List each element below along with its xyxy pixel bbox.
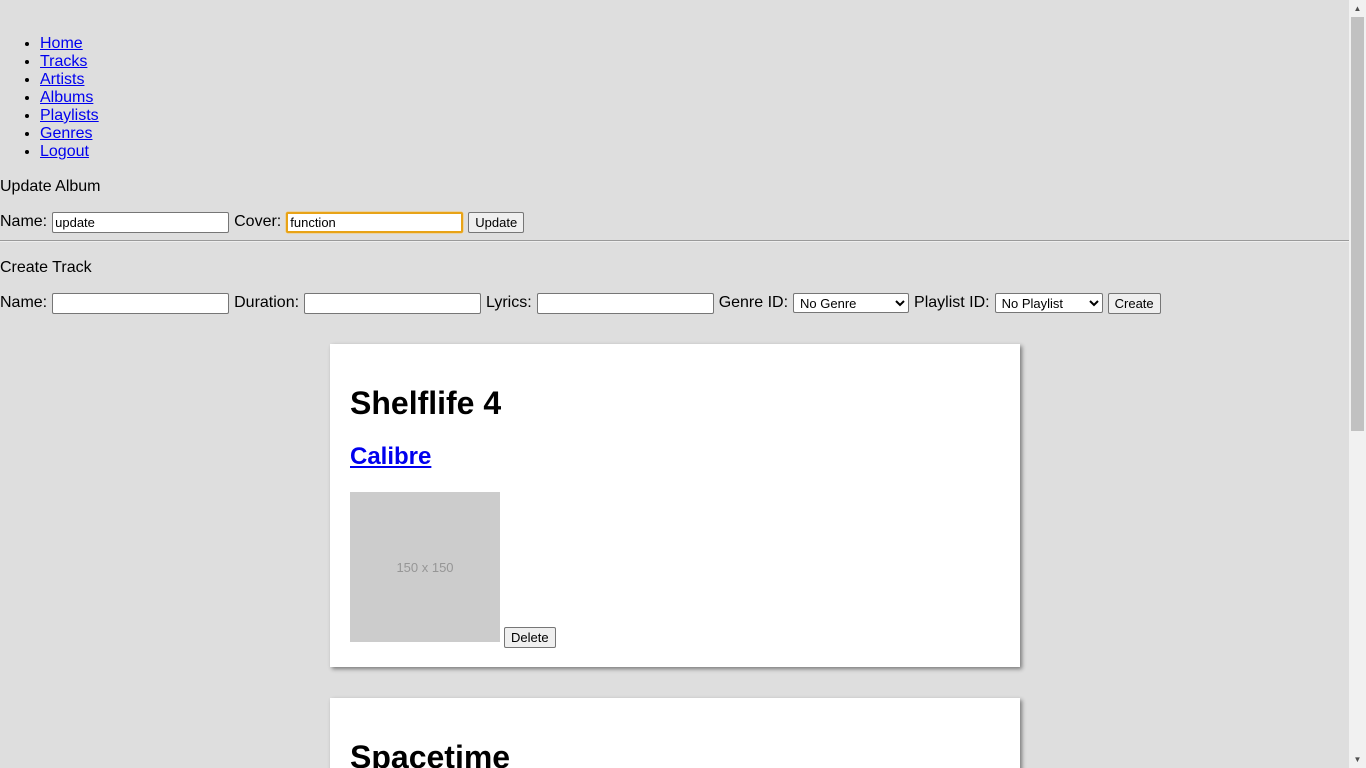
vertical-scrollbar[interactable]: ▲ ▼ — [1349, 0, 1366, 768]
delete-album-button[interactable]: Delete — [504, 627, 556, 648]
nav-link-albums[interactable]: Albums — [40, 89, 93, 106]
track-duration-input[interactable] — [304, 292, 482, 314]
nav-item-albums: Albums — [40, 89, 99, 107]
album-title: Shelflife 4 — [350, 385, 502, 421]
album-cover-image: 150 x 150 — [350, 492, 500, 642]
album-title: Spacetime — [350, 739, 511, 768]
nav-item-tracks: Tracks — [40, 53, 99, 71]
cover-placeholder-text: 150 x 150 — [396, 559, 454, 575]
nav-item-genres: Genres — [40, 125, 99, 143]
create-track-title: Create Track — [0, 259, 92, 276]
section-divider — [0, 240, 1349, 242]
album-name-label: Name: — [0, 213, 48, 230]
nav-link-home[interactable]: Home — [40, 35, 83, 52]
nav-link-tracks[interactable]: Tracks — [40, 53, 87, 70]
genre-select[interactable]: No Genre — [793, 293, 910, 313]
update-album-title: Update Album — [0, 178, 101, 195]
update-album-form: Name: Cover: Update — [0, 211, 525, 233]
scroll-thumb[interactable] — [1351, 17, 1364, 431]
track-name-input[interactable] — [52, 292, 230, 314]
track-lyrics-label: Lyrics: — [486, 294, 532, 311]
album-artist-link[interactable]: Calibre — [350, 443, 431, 471]
update-button[interactable]: Update — [468, 211, 525, 233]
scroll-up-arrow-icon[interactable]: ▲ — [1349, 0, 1366, 17]
nav-item-home: Home — [40, 35, 99, 53]
nav-link-logout[interactable]: Logout — [40, 143, 89, 160]
main-nav: Home Tracks Artists Albums Playlists Gen… — [0, 35, 99, 161]
scroll-down-arrow-icon[interactable]: ▼ — [1349, 751, 1366, 768]
album-name-input[interactable] — [52, 211, 230, 233]
nav-link-genres[interactable]: Genres — [40, 125, 92, 142]
nav-item-playlists: Playlists — [40, 107, 99, 125]
create-button[interactable]: Create — [1107, 292, 1161, 314]
playlist-select[interactable]: No Playlist — [994, 293, 1103, 313]
album-card: Shelflife 4 Calibre 150 x 150 Delete — [330, 344, 1020, 667]
genre-id-label: Genre ID: — [718, 294, 789, 311]
nav-link-artists[interactable]: Artists — [40, 71, 84, 88]
nav-link-playlists[interactable]: Playlists — [40, 107, 99, 124]
playlist-id-label: Playlist ID: — [914, 294, 990, 311]
album-cover-input[interactable] — [286, 211, 464, 233]
album-cover-label: Cover: — [234, 213, 282, 230]
track-duration-label: Duration: — [234, 294, 300, 311]
nav-item-artists: Artists — [40, 71, 99, 89]
create-track-form: Name: Duration: Lyrics: Genre ID: No Gen… — [0, 292, 1161, 314]
track-lyrics-input[interactable] — [536, 292, 714, 314]
album-card: Spacetime — [330, 698, 1020, 768]
track-name-label: Name: — [0, 294, 48, 311]
nav-item-logout: Logout — [40, 143, 99, 161]
page: Home Tracks Artists Albums Playlists Gen… — [0, 0, 1349, 768]
